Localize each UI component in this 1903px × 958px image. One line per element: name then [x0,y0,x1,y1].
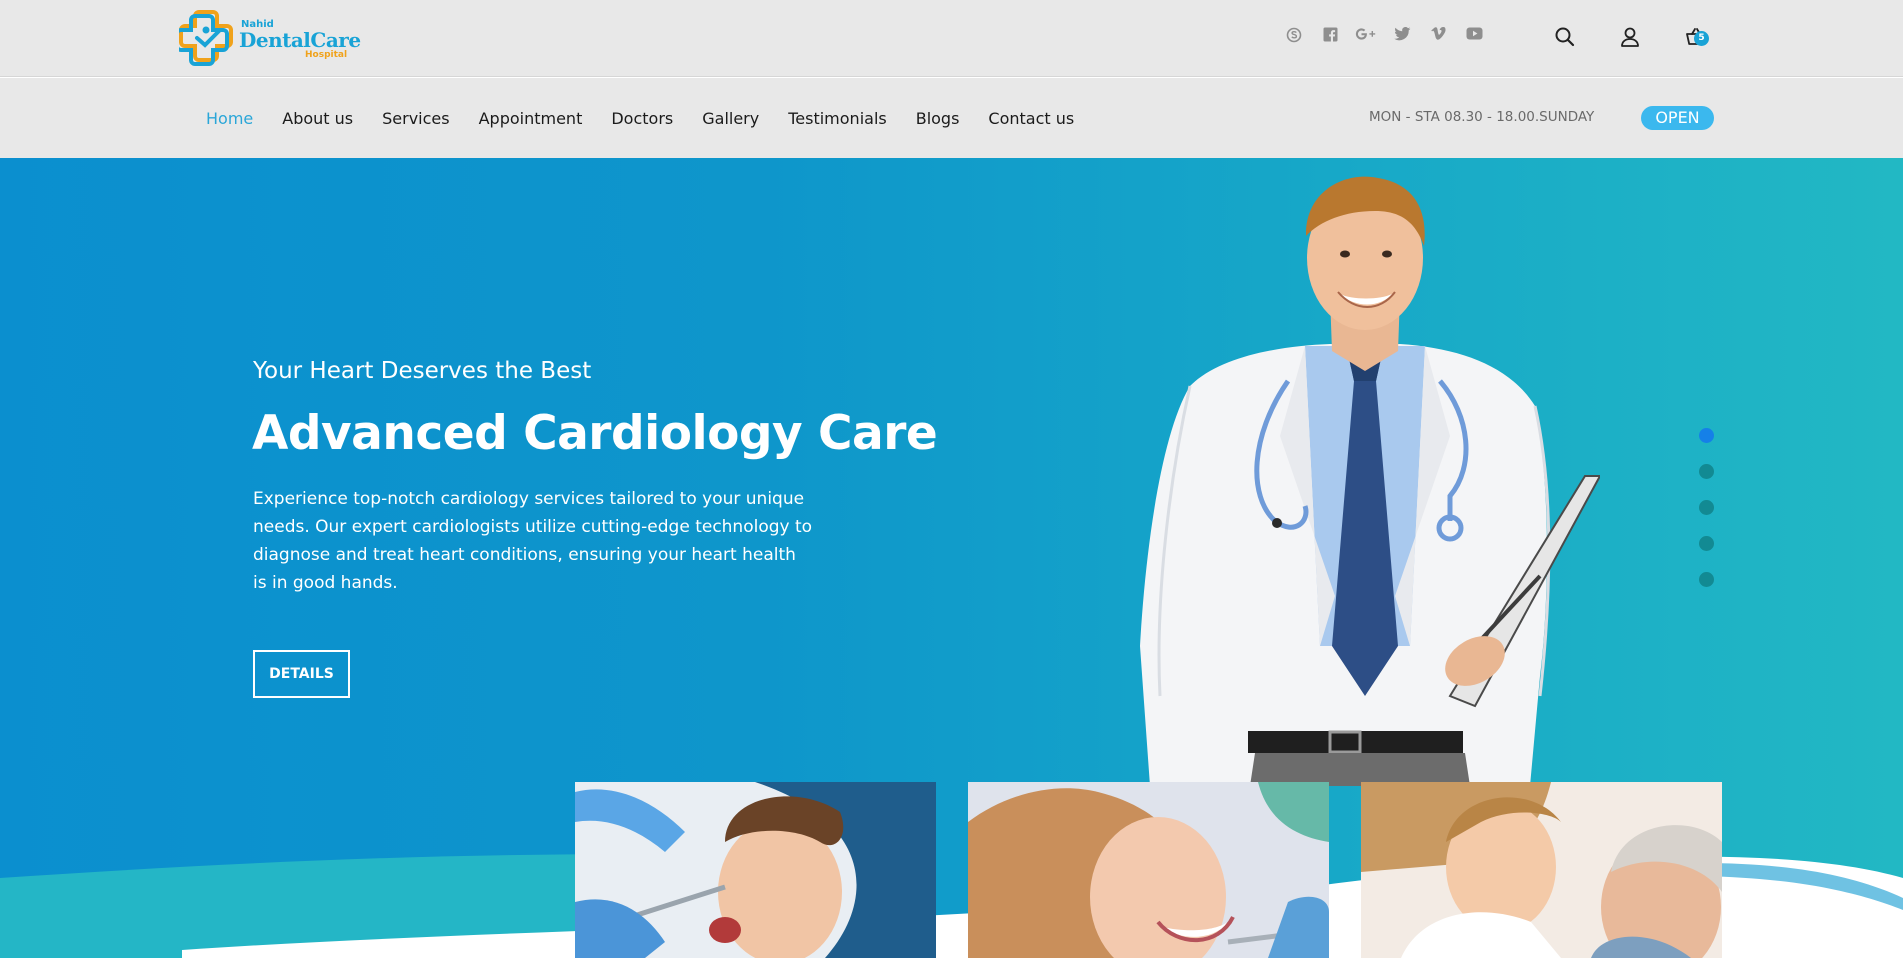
opening-hours: MON - STA 08.30 - 18.00.SUNDAY [1369,109,1595,125]
nav-contact-us[interactable]: Contact us [988,109,1074,128]
youtube-icon[interactable] [1456,27,1492,45]
elderly-care-photo [1361,782,1722,958]
hero-subtitle: Your Heart Deserves the Best [253,358,592,384]
nav-testimonials[interactable]: Testimonials [788,109,887,128]
slider-dot[interactable] [1699,536,1714,551]
main-navigation: Home About us Services Appointment Docto… [0,78,1903,158]
slider-dot[interactable] [1699,428,1714,443]
nav-home[interactable]: Home [206,109,253,128]
slider-dot[interactable] [1699,572,1714,587]
cross-logo-icon [179,10,233,66]
hero-description: Experience top-notch cardiology services… [253,489,813,593]
cart-count-badge: 5 [1694,31,1709,46]
facebook-icon[interactable] [1312,27,1348,45]
social-links [1276,27,1492,45]
twitter-icon[interactable] [1384,27,1420,45]
nav-doctors[interactable]: Doctors [611,109,673,128]
nav-appointment[interactable]: Appointment [479,109,583,128]
google-plus-icon[interactable] [1348,27,1384,45]
open-status-badge: OPEN [1641,106,1714,130]
doctor-image [1140,176,1600,786]
service-card-dental-checkup[interactable] [968,782,1329,958]
details-button[interactable]: DETAILS [253,650,350,698]
brand-line3: Hospital [305,50,348,60]
hero-title: Advanced Cardiology Care [252,406,938,461]
user-icon[interactable] [1618,25,1642,49]
top-bar: Nahid DentalCare Hospital 5 [0,0,1903,77]
slider-dot[interactable] [1699,464,1714,479]
slider-dot[interactable] [1699,500,1714,515]
slider-dots [1699,428,1714,608]
nav-services[interactable]: Services [382,109,449,128]
child-dental-photo [575,782,936,958]
service-card-child-dentistry[interactable] [575,782,936,958]
nav-about-us[interactable]: About us [282,109,353,128]
nav-gallery[interactable]: Gallery [702,109,759,128]
brand-name: DentalCare [239,28,361,52]
vimeo-icon[interactable] [1420,27,1456,45]
service-card-elderly-care[interactable] [1361,782,1722,958]
hero-slider: Your Heart Deserves the Best Advanced Ca… [0,158,1903,958]
nav-blogs[interactable]: Blogs [916,109,960,128]
woman-dental-photo [968,782,1329,958]
search-icon[interactable] [1553,25,1577,49]
skype-icon[interactable] [1276,27,1312,45]
logo[interactable]: Nahid DentalCare Hospital [179,8,361,66]
nav-menu: Home About us Services Appointment Docto… [206,78,1103,158]
